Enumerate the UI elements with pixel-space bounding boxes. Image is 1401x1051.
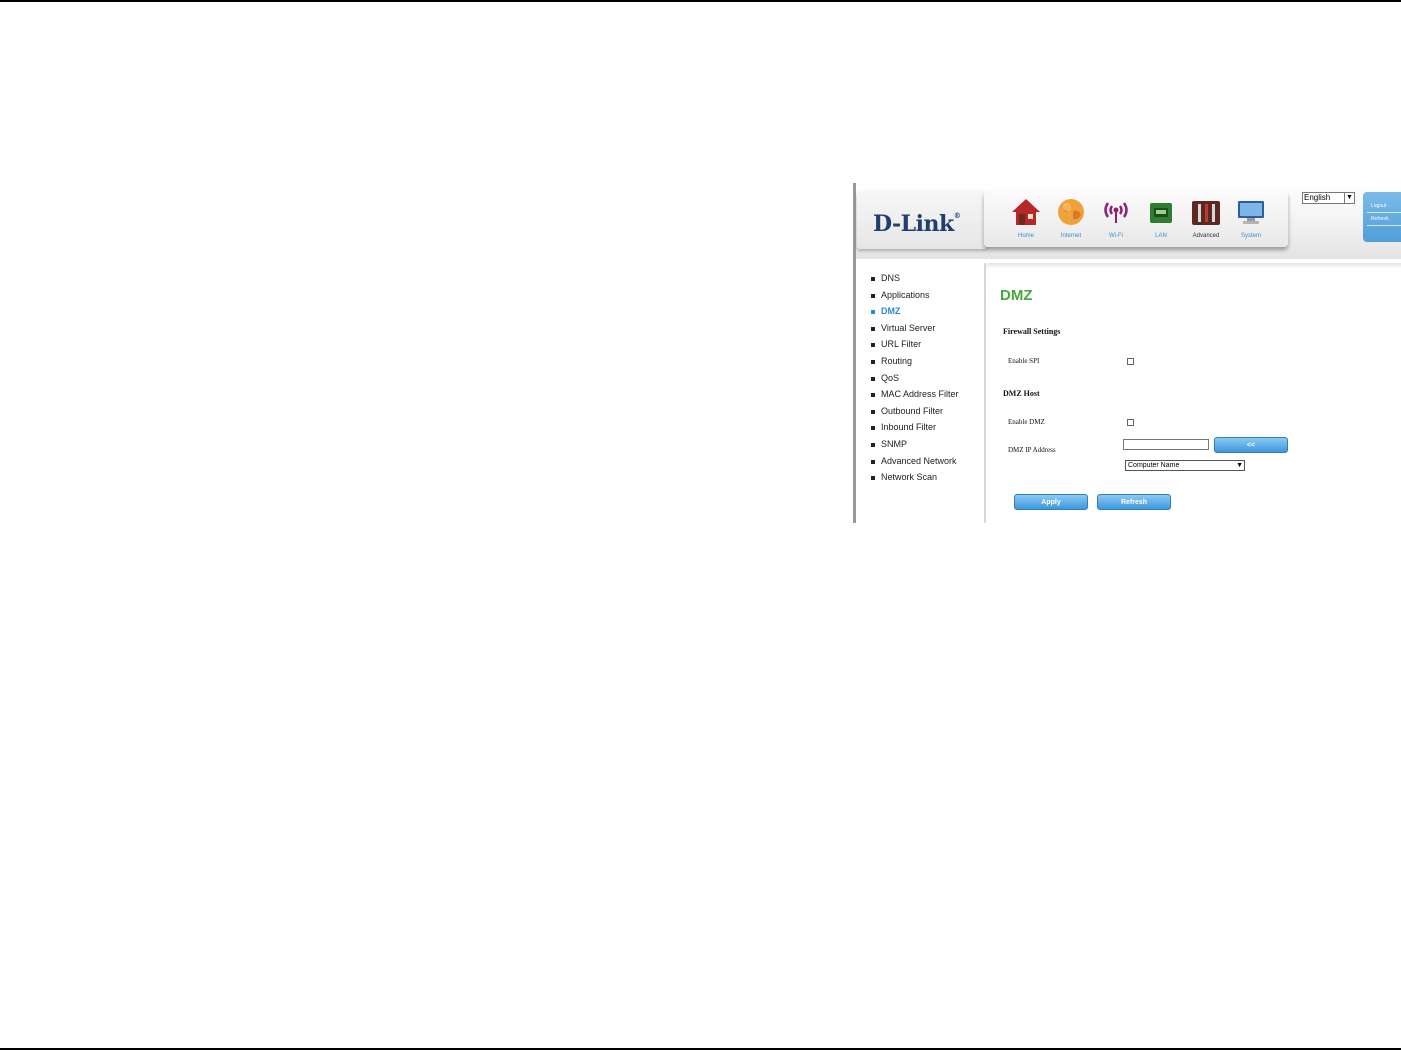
top-nav: Home Internet Wi-Fi LAN Advanced System xyxy=(984,191,1288,247)
menu-item-inbound-filter[interactable]: Inbound Filter xyxy=(871,422,983,439)
nav-advanced[interactable]: Advanced xyxy=(1184,195,1228,243)
menu-item-virtual-server[interactable]: Virtual Server xyxy=(871,323,983,340)
bullet xyxy=(871,326,875,331)
language-select[interactable]: English ▼ xyxy=(1302,192,1355,204)
brand-logo: D-Link® xyxy=(873,211,961,237)
page-bottom-rule xyxy=(0,1048,1401,1050)
refresh-button[interactable]: Refresh xyxy=(1097,494,1171,510)
page-top-rule xyxy=(0,0,1401,2)
nav-label-system: System xyxy=(1240,233,1261,239)
menu-item-advanced-network[interactable]: Advanced Network xyxy=(871,456,983,473)
account-tab: Logout Refresh xyxy=(1363,192,1401,242)
dmz-ip-input[interactable] xyxy=(1123,439,1209,450)
tools-icon xyxy=(1192,201,1220,225)
bullet xyxy=(871,476,875,481)
nav-system[interactable]: System xyxy=(1229,195,1273,243)
lan-icon xyxy=(1150,203,1172,223)
dmz-ip-label: DMZ IP Address xyxy=(1008,446,1056,454)
enable-dmz-label: Enable DMZ xyxy=(1008,418,1045,426)
nav-lan[interactable]: LAN xyxy=(1139,195,1183,243)
bullet xyxy=(871,343,875,348)
nav-internet[interactable]: Internet xyxy=(1049,195,1093,243)
nav-label-lan: LAN xyxy=(1155,233,1167,239)
copy-ip-button[interactable]: << xyxy=(1214,437,1288,453)
bullet xyxy=(871,393,875,398)
content-divider xyxy=(984,263,986,523)
bullet xyxy=(871,442,875,447)
home-icon xyxy=(1012,199,1040,225)
menu-item-applications[interactable]: Applications xyxy=(871,290,983,307)
enable-spi-label: Enable SPI xyxy=(1008,357,1040,365)
monitor-icon xyxy=(1238,201,1264,224)
menu-item-network-scan[interactable]: Network Scan xyxy=(871,472,983,489)
menu-item-dmz[interactable]: DMZ xyxy=(871,306,983,323)
bullet xyxy=(871,409,875,414)
computer-name-select[interactable]: Computer Name ▼ xyxy=(1125,460,1245,471)
menu-item-routing[interactable]: Routing xyxy=(871,356,983,373)
chevron-down-icon: ▼ xyxy=(1236,462,1243,469)
bullet xyxy=(871,359,875,364)
menu-item-qos[interactable]: QoS xyxy=(871,373,983,390)
router-admin-screenshot: D-Link® Home Internet Wi-Fi LAN Advanced… xyxy=(853,183,1401,523)
bullet xyxy=(871,426,875,431)
logo-panel: D-Link® xyxy=(857,191,987,249)
bullet xyxy=(871,459,875,464)
menu-item-url-filter[interactable]: URL Filter xyxy=(871,339,983,356)
logout-link[interactable]: Logout xyxy=(1371,203,1386,209)
bullet xyxy=(871,293,875,298)
menu-item-mac-address-filter[interactable]: MAC Address Filter xyxy=(871,389,983,406)
menu-item-outbound-filter[interactable]: Outbound Filter xyxy=(871,406,983,423)
apply-button[interactable]: Apply xyxy=(1014,494,1088,510)
nav-label-internet: Internet xyxy=(1060,233,1082,239)
enable-dmz-checkbox[interactable] xyxy=(1127,419,1134,426)
nav-wifi[interactable]: Wi-Fi xyxy=(1094,195,1138,243)
refresh-link[interactable]: Refresh xyxy=(1371,216,1389,222)
enable-spi-checkbox[interactable] xyxy=(1127,358,1134,365)
nav-label-advanced: Advanced xyxy=(1192,233,1220,239)
section-dmz-host: DMZ Host xyxy=(1003,389,1040,398)
nav-label-wifi: Wi-Fi xyxy=(1109,233,1123,239)
content-panel-top xyxy=(984,263,1401,269)
wifi-icon xyxy=(1104,202,1128,223)
page-title: DMZ xyxy=(1000,287,1033,304)
bullet xyxy=(871,376,875,381)
menu-item-snmp[interactable]: SNMP xyxy=(871,439,983,456)
globe-icon xyxy=(1058,199,1084,225)
chevron-down-icon: ▼ xyxy=(1344,193,1354,203)
divider xyxy=(1367,212,1401,213)
advanced-menu: DNS Applications DMZ Virtual Server URL … xyxy=(871,273,983,489)
menu-item-dns[interactable]: DNS xyxy=(871,273,983,290)
nav-home[interactable]: Home xyxy=(1004,195,1048,243)
bullet xyxy=(871,277,875,281)
nav-label-home: Home xyxy=(1017,233,1034,239)
bullet xyxy=(871,310,875,315)
divider xyxy=(1367,225,1401,226)
section-firewall-settings: Firewall Settings xyxy=(1003,327,1061,336)
